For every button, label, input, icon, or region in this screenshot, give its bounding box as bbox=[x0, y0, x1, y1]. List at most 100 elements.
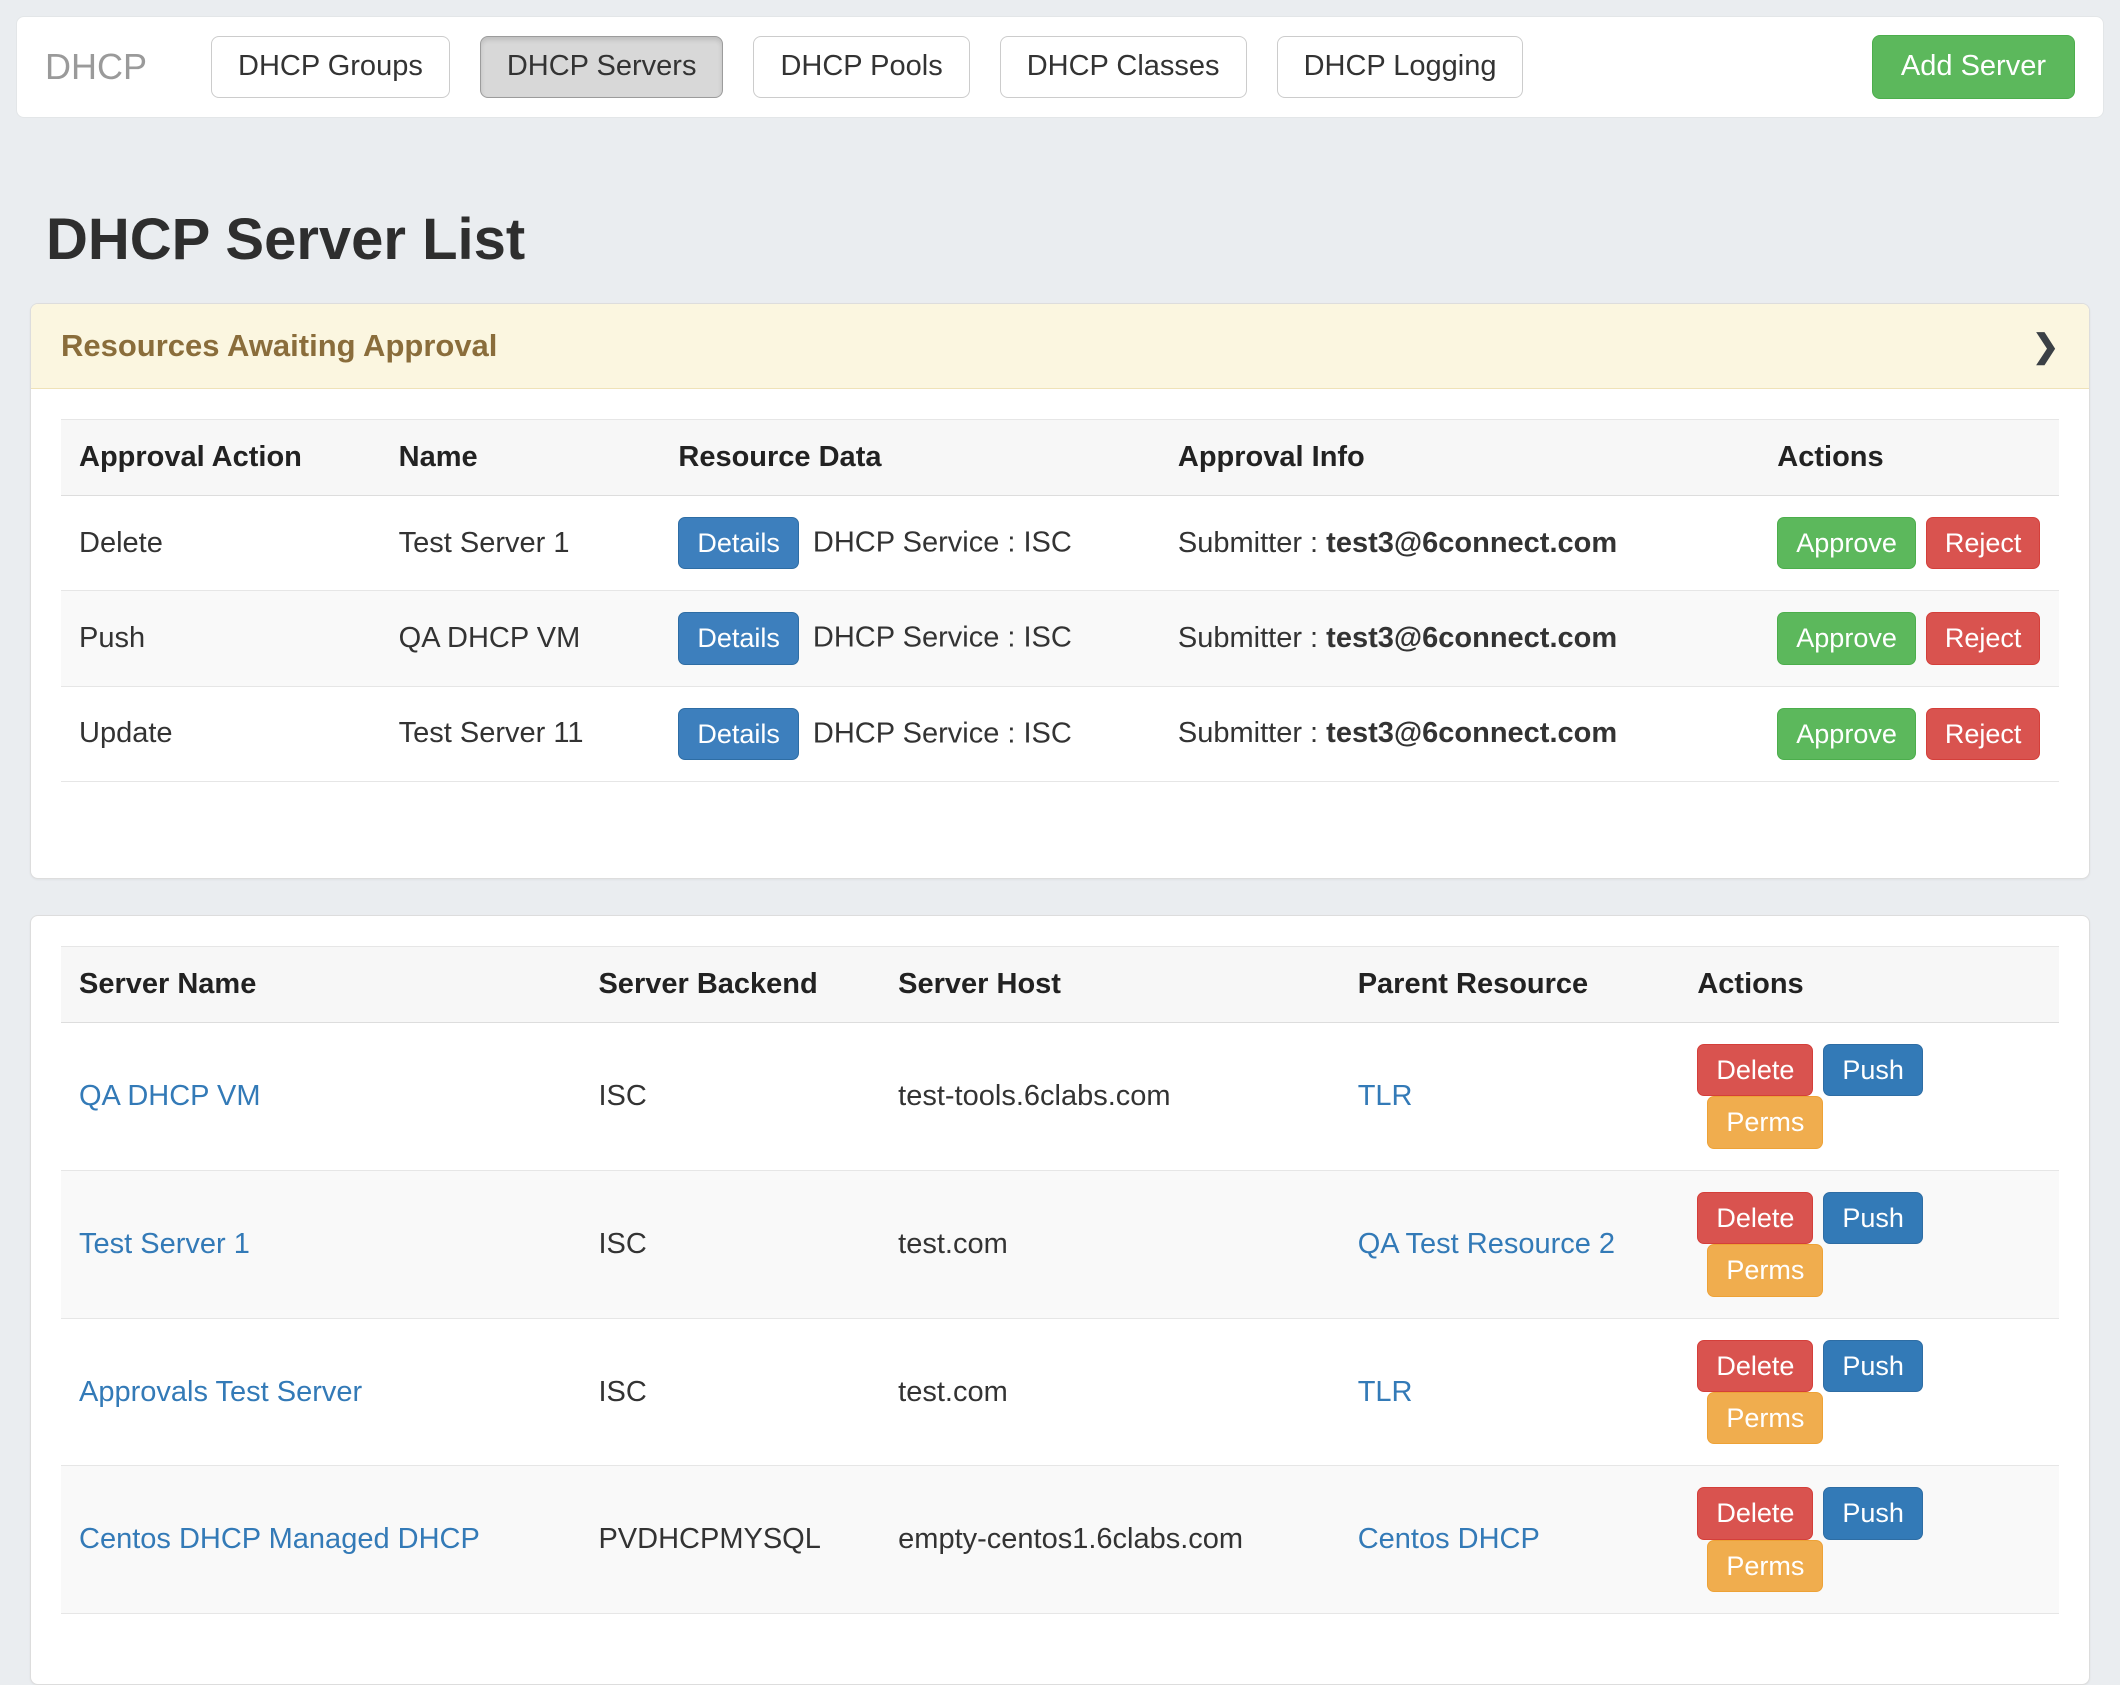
approval-resource-cell: DetailsDHCP Service : ISC bbox=[660, 495, 1160, 590]
server-name-cell: Test Server 1 bbox=[61, 1170, 580, 1318]
approval-info-cell: Submitter : test3@6connect.com bbox=[1160, 591, 1759, 686]
tab-dhcp-classes[interactable]: DHCP Classes bbox=[1000, 36, 1247, 98]
details-button[interactable]: Details bbox=[678, 517, 799, 569]
push-button[interactable]: Push bbox=[1823, 1340, 1923, 1392]
approvals-header-row: Approval Action Name Resource Data Appro… bbox=[61, 419, 2059, 495]
approvals-panel-header[interactable]: Resources Awaiting Approval ❯ bbox=[31, 304, 2089, 389]
push-button[interactable]: Push bbox=[1823, 1487, 1923, 1539]
parent-resource-link[interactable]: TLR bbox=[1358, 1376, 1413, 1408]
server-backend-cell: PVDHCPMYSQL bbox=[580, 1466, 880, 1614]
approvals-panel-title: Resources Awaiting Approval bbox=[61, 328, 497, 364]
parent-resource-cell: TLR bbox=[1340, 1023, 1680, 1171]
server-name-link[interactable]: Test Server 1 bbox=[79, 1228, 250, 1260]
tab-dhcp-servers[interactable]: DHCP Servers bbox=[480, 36, 724, 98]
delete-button[interactable]: Delete bbox=[1697, 1340, 1813, 1392]
server-row: Approvals Test Server ISC test.com TLR D… bbox=[61, 1318, 2059, 1466]
delete-button[interactable]: Delete bbox=[1697, 1192, 1813, 1244]
approval-name-cell: Test Server 1 bbox=[381, 495, 661, 590]
parent-resource-link[interactable]: QA Test Resource 2 bbox=[1358, 1228, 1615, 1260]
approvals-panel-body: Approval Action Name Resource Data Appro… bbox=[31, 389, 2089, 878]
server-row: Centos DHCP Managed DHCP PVDHCPMYSQL emp… bbox=[61, 1466, 2059, 1614]
col-server-actions: Actions bbox=[1679, 947, 2059, 1023]
server-actions-cell: DeletePushPerms bbox=[1679, 1318, 2059, 1466]
perms-button[interactable]: Perms bbox=[1707, 1540, 1823, 1592]
server-name-cell: Centos DHCP Managed DHCP bbox=[61, 1466, 580, 1614]
push-button[interactable]: Push bbox=[1823, 1044, 1923, 1096]
server-table: Server Name Server Backend Server Host P… bbox=[61, 946, 2059, 1614]
approvals-panel: Resources Awaiting Approval ❯ Approval A… bbox=[30, 303, 2090, 879]
col-server-name: Server Name bbox=[61, 947, 580, 1023]
server-name-link[interactable]: QA DHCP VM bbox=[79, 1080, 261, 1112]
server-name-cell: Approvals Test Server bbox=[61, 1318, 580, 1466]
page-title: DHCP Server List bbox=[46, 206, 2090, 273]
col-parent-resource: Parent Resource bbox=[1340, 947, 1680, 1023]
server-actions-cell: DeletePushPerms bbox=[1679, 1023, 2059, 1171]
parent-resource-link[interactable]: TLR bbox=[1358, 1080, 1413, 1112]
approval-action-cell: Update bbox=[61, 686, 381, 781]
server-name-link[interactable]: Centos DHCP Managed DHCP bbox=[79, 1523, 480, 1555]
approve-button[interactable]: Approve bbox=[1777, 612, 1916, 664]
approval-action-cell: Delete bbox=[61, 495, 381, 590]
delete-button[interactable]: Delete bbox=[1697, 1487, 1813, 1539]
details-button[interactable]: Details bbox=[678, 708, 799, 760]
top-navbar: DHCP DHCP Groups DHCP Servers DHCP Pools… bbox=[16, 16, 2104, 118]
server-list-panel-body: Server Name Server Backend Server Host P… bbox=[31, 916, 2089, 1684]
details-button[interactable]: Details bbox=[678, 612, 799, 664]
reject-button[interactable]: Reject bbox=[1926, 708, 2041, 760]
server-host-cell: test-tools.6clabs.com bbox=[880, 1023, 1340, 1171]
push-button[interactable]: Push bbox=[1823, 1192, 1923, 1244]
submitter-prefix: Submitter : bbox=[1178, 717, 1326, 749]
server-backend-cell: ISC bbox=[580, 1318, 880, 1466]
server-backend-cell: ISC bbox=[580, 1023, 880, 1171]
server-row: QA DHCP VM ISC test-tools.6clabs.com TLR… bbox=[61, 1023, 2059, 1171]
server-host-cell: test.com bbox=[880, 1318, 1340, 1466]
parent-resource-cell: Centos DHCP bbox=[1340, 1466, 1680, 1614]
perms-button[interactable]: Perms bbox=[1707, 1244, 1823, 1296]
approval-info-cell: Submitter : test3@6connect.com bbox=[1160, 686, 1759, 781]
approve-button[interactable]: Approve bbox=[1777, 708, 1916, 760]
approvals-table: Approval Action Name Resource Data Appro… bbox=[61, 419, 2059, 782]
approval-name-cell: QA DHCP VM bbox=[381, 591, 661, 686]
col-approval-actions: Actions bbox=[1759, 419, 2059, 495]
reject-button[interactable]: Reject bbox=[1926, 517, 2041, 569]
parent-resource-cell: TLR bbox=[1340, 1318, 1680, 1466]
tab-dhcp-pools[interactable]: DHCP Pools bbox=[753, 36, 969, 98]
resource-data-text: DHCP Service : ISC bbox=[813, 622, 1072, 654]
submitter-email: test3@6connect.com bbox=[1326, 527, 1617, 559]
approval-actions-cell: ApproveReject bbox=[1759, 686, 2059, 781]
col-server-backend: Server Backend bbox=[580, 947, 880, 1023]
parent-resource-link[interactable]: Centos DHCP bbox=[1358, 1523, 1540, 1555]
delete-button[interactable]: Delete bbox=[1697, 1044, 1813, 1096]
server-actions-cell: DeletePushPerms bbox=[1679, 1466, 2059, 1614]
tab-dhcp-groups[interactable]: DHCP Groups bbox=[211, 36, 450, 98]
col-approval-info: Approval Info bbox=[1160, 419, 1759, 495]
approval-action-cell: Push bbox=[61, 591, 381, 686]
server-list-panel: Server Name Server Backend Server Host P… bbox=[30, 915, 2090, 1685]
add-server-button[interactable]: Add Server bbox=[1872, 35, 2075, 99]
reject-button[interactable]: Reject bbox=[1926, 612, 2041, 664]
approval-row: Push QA DHCP VM Details DHCP Service : IS… bbox=[61, 591, 2059, 686]
approval-info-cell: Submitter : test3@6connect.com bbox=[1160, 495, 1759, 590]
server-backend-cell: ISC bbox=[580, 1170, 880, 1318]
perms-button[interactable]: Perms bbox=[1707, 1096, 1823, 1148]
col-approval-action: Approval Action bbox=[61, 419, 381, 495]
server-actions-cell: DeletePushPerms bbox=[1679, 1170, 2059, 1318]
chevron-right-icon[interactable]: ❯ bbox=[2032, 330, 2059, 362]
server-name-cell: QA DHCP VM bbox=[61, 1023, 580, 1171]
approval-resource-cell: Details DHCP Service : ISC bbox=[660, 591, 1160, 686]
brand-label: DHCP bbox=[45, 46, 147, 88]
server-row: Test Server 1 ISC test.com QA Test Resou… bbox=[61, 1170, 2059, 1318]
submitter-email: test3@6connect.com bbox=[1326, 717, 1617, 749]
approve-button[interactable]: Approve bbox=[1777, 517, 1916, 569]
approval-row: Update Test Server 11 DetailsDHCP Servic… bbox=[61, 686, 2059, 781]
approval-actions-cell: ApproveReject bbox=[1759, 591, 2059, 686]
approval-resource-cell: Details DHCP Service : ISC bbox=[660, 686, 1160, 781]
submitter-prefix: Submitter : bbox=[1178, 622, 1326, 654]
col-server-host: Server Host bbox=[880, 947, 1340, 1023]
submitter-email: test3@6connect.com bbox=[1326, 622, 1617, 654]
tab-dhcp-logging[interactable]: DHCP Logging bbox=[1277, 36, 1524, 98]
server-name-link[interactable]: Approvals Test Server bbox=[79, 1376, 362, 1408]
resource-data-text: DHCP Service : ISC bbox=[813, 717, 1072, 749]
perms-button[interactable]: Perms bbox=[1707, 1392, 1823, 1444]
approval-row: Delete Test Server 1 DetailsDHCP Service… bbox=[61, 495, 2059, 590]
